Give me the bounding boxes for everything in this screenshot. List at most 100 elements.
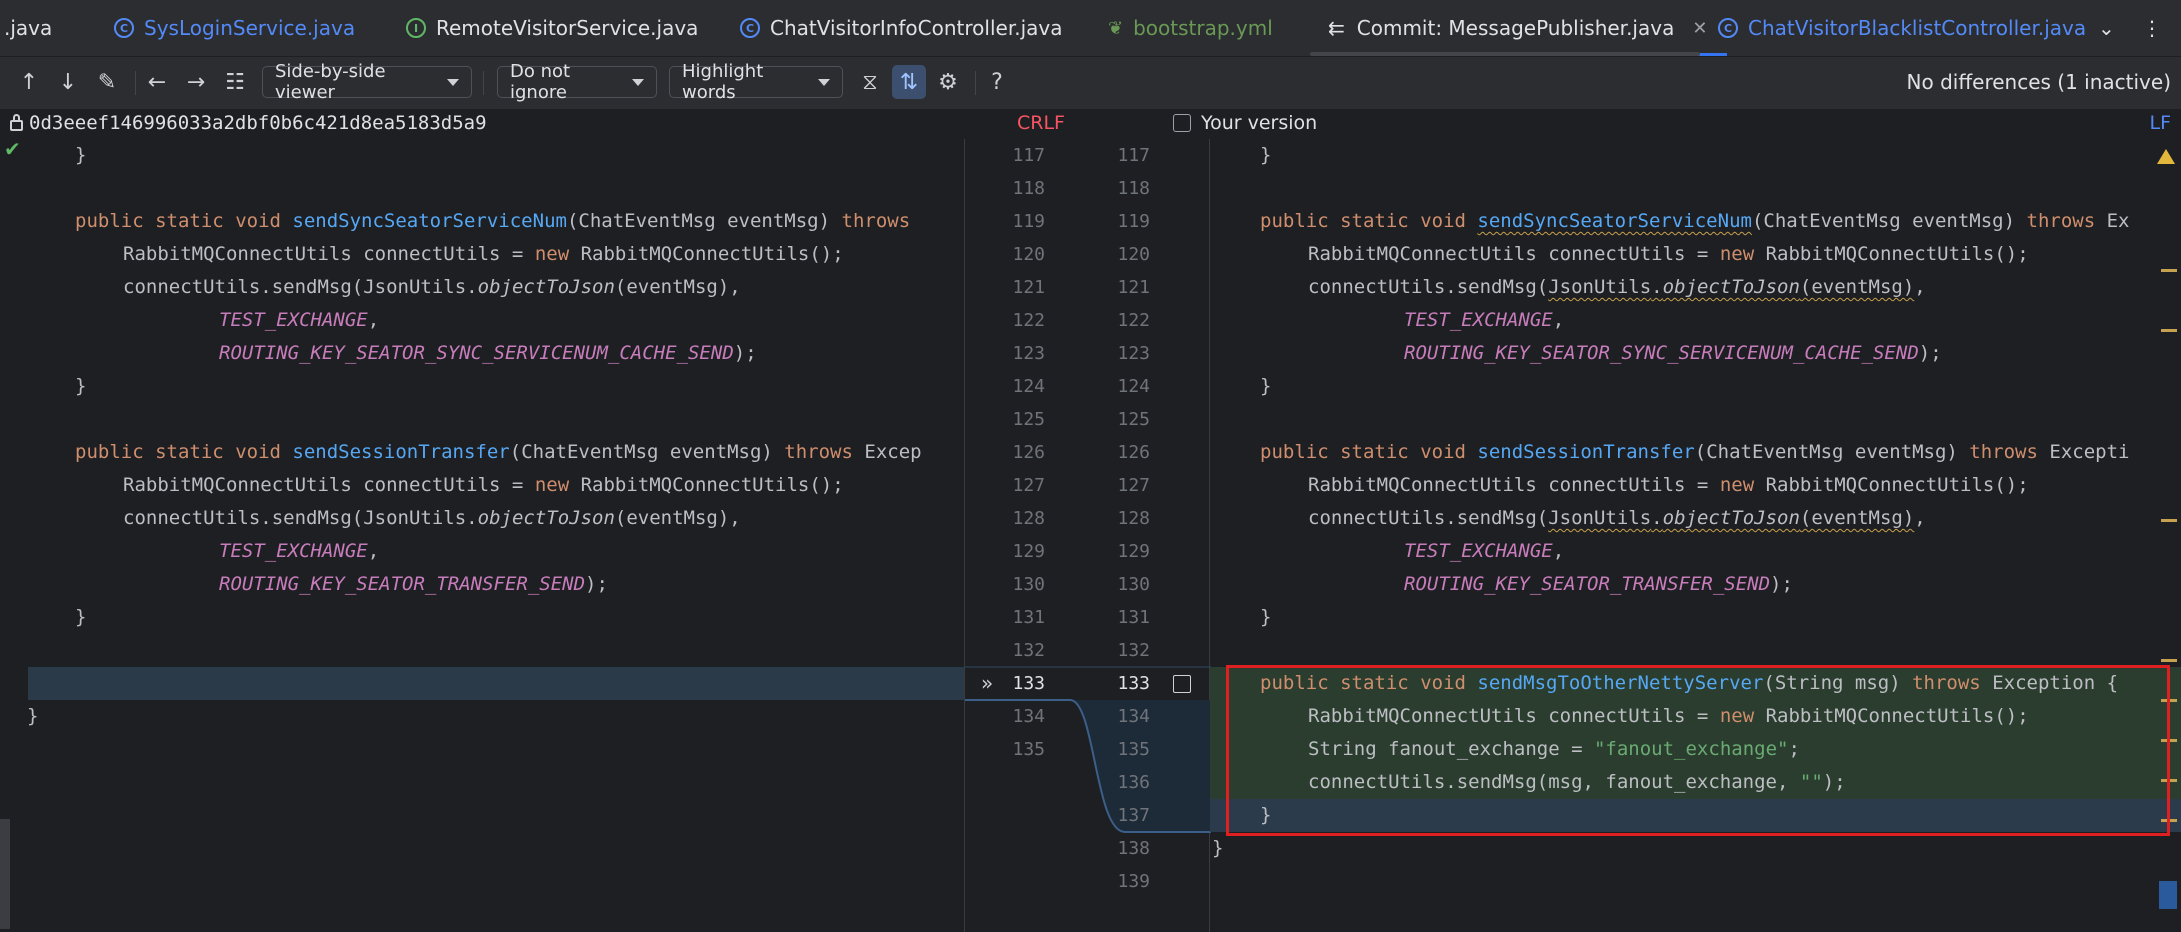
include-checkbox[interactable] xyxy=(1173,114,1191,132)
line-number: 133 xyxy=(1012,673,1045,694)
line-number: 130 xyxy=(1117,574,1150,595)
right-editor-pane[interactable]: } public static void sendSyncSeatorServi… xyxy=(1210,139,2181,932)
tab-label: SysLoginService.java xyxy=(144,16,356,40)
code-line: } xyxy=(27,705,39,727)
code-line: } xyxy=(1260,606,1272,628)
line-number: 120 xyxy=(1117,244,1150,265)
left-line-separator[interactable]: CRLF xyxy=(1017,112,1065,134)
apply-change-icon[interactable]: » xyxy=(981,667,993,700)
right-line-separator[interactable]: LF xyxy=(2149,112,2171,134)
line-number: 123 xyxy=(1117,343,1150,364)
ignore-whitespace-select[interactable]: Do not ignore xyxy=(497,61,657,103)
line-number: 128 xyxy=(1012,508,1045,529)
commit-diff-icon: ⇇ xyxy=(1328,16,1345,40)
code-line: connectUtils.sendMsg(JsonUtils.objectToJ… xyxy=(1308,507,1926,529)
viewer-select[interactable]: Side-by-side viewer xyxy=(262,61,472,103)
line-number: 135 xyxy=(1012,739,1045,760)
code-line: TEST_EXCHANGE, xyxy=(219,309,380,331)
arrow-down-icon[interactable]: ↓ xyxy=(51,65,85,99)
tab-chatvisitorblacklistcontroller[interactable]: C ChatVisitorBlacklistController.java xyxy=(1718,0,2086,56)
code-line: RabbitMQConnectUtils connectUtils = new … xyxy=(1308,474,2029,496)
warning-marker[interactable] xyxy=(2161,269,2177,272)
gear-icon[interactable]: ⚙ xyxy=(931,65,965,99)
code-line: } xyxy=(1260,375,1272,397)
warning-marker[interactable] xyxy=(2161,699,2177,702)
line-number: 119 xyxy=(1117,211,1150,232)
warning-icon[interactable] xyxy=(2157,149,2175,164)
tab-label: bootstrap.yml xyxy=(1133,16,1273,40)
warning-marker[interactable] xyxy=(2161,329,2177,332)
code-line: } xyxy=(1212,837,1224,859)
right-title-label: Your version xyxy=(1201,112,1318,134)
commit-hash: 0d3eeef146996033a2dbf0b6c421d8ea5183d5a9 xyxy=(29,112,487,134)
line-number: 134 xyxy=(1117,706,1150,727)
arrow-left-icon[interactable]: ← xyxy=(140,65,174,99)
code-line: TEST_EXCHANGE, xyxy=(1404,540,1565,562)
line-number: 132 xyxy=(1012,640,1045,661)
error-stripe[interactable] xyxy=(2155,139,2181,932)
class-icon: C xyxy=(114,18,134,38)
more-options-icon[interactable]: ⋮ xyxy=(2142,0,2162,56)
tab-label: RemoteVisitorService.java xyxy=(436,16,699,40)
line-number: 124 xyxy=(1117,376,1150,397)
warning-marker[interactable] xyxy=(2161,779,2177,782)
warning-marker[interactable] xyxy=(2161,659,2177,662)
help-icon[interactable]: ? xyxy=(980,65,1014,99)
yaml-icon: ❦ xyxy=(1108,17,1124,39)
tab-sysloginservice[interactable]: C SysLoginService.java xyxy=(114,0,355,56)
line-number: 125 xyxy=(1117,409,1150,430)
line-number: 132 xyxy=(1117,640,1150,661)
line-number: 117 xyxy=(1012,145,1045,166)
code-line: TEST_EXCHANGE, xyxy=(1404,309,1565,331)
document-icon[interactable]: ☷ xyxy=(218,65,252,99)
tab-bootstrap-yml[interactable]: ❦ bootstrap.yml xyxy=(1108,0,1273,56)
left-revision-title: 0d3eeef146996033a2dbf0b6c421d8ea5183d5a9 xyxy=(10,112,487,134)
tab-label: ChatVisitorInfoController.java xyxy=(770,16,1063,40)
line-number: 120 xyxy=(1012,244,1045,265)
tab-scrollbar[interactable] xyxy=(1310,52,1700,56)
line-number: 134 xyxy=(1012,706,1045,727)
warning-marker[interactable] xyxy=(2161,739,2177,742)
line-number: 123 xyxy=(1012,343,1045,364)
warning-marker[interactable] xyxy=(2161,819,2177,822)
line-number: 126 xyxy=(1117,442,1150,463)
line-number: 127 xyxy=(1117,475,1150,496)
scrollbar-thumb[interactable] xyxy=(2159,881,2177,909)
code-line: RabbitMQConnectUtils connectUtils = new … xyxy=(123,474,844,496)
chevron-down-icon xyxy=(632,78,644,86)
toolbar-divider xyxy=(483,71,484,95)
code-line: ROUTING_KEY_SEATOR_TRANSFER_SEND); xyxy=(219,573,608,595)
arrow-up-icon[interactable]: ↑ xyxy=(12,65,46,99)
editor-tab-bar: .java C SysLoginService.java I RemoteVisit… xyxy=(0,0,2181,57)
tab-chatvisitorinfocontroller[interactable]: C ChatVisitorInfoController.java xyxy=(740,0,1062,56)
line-number: 128 xyxy=(1117,508,1150,529)
line-number: 139 xyxy=(1117,871,1150,892)
code-line: } xyxy=(1260,144,1272,166)
chevron-down-icon xyxy=(447,78,459,86)
code-line: connectUtils.sendMsg(JsonUtils.objectToJ… xyxy=(1308,276,1926,298)
left-editor-pane[interactable]: ✔ } public static void sendSyncSeatorSer… xyxy=(0,139,964,932)
toolbar-divider xyxy=(135,71,136,95)
include-change-checkbox[interactable] xyxy=(1173,675,1191,693)
tab-remotevisitorservice[interactable]: I RemoteVisitorService.java xyxy=(406,0,698,56)
collapse-unchanged-icon[interactable]: ⧖ xyxy=(853,65,887,99)
highlight-mode-select[interactable]: Highlight words xyxy=(669,61,843,103)
code-line: public static void sendSyncSeatorService… xyxy=(1260,210,2130,232)
code-line: public static void sendSessionTransfer(C… xyxy=(1260,441,2130,463)
sync-scroll-icon[interactable]: ⇅ xyxy=(892,65,926,99)
left-scrollbar[interactable] xyxy=(0,819,10,929)
edit-icon[interactable]: ✎ xyxy=(90,65,124,99)
chevron-down-icon[interactable]: ⌄ xyxy=(2098,0,2115,56)
line-number: 124 xyxy=(1012,376,1045,397)
arrow-right-icon[interactable]: → xyxy=(179,65,213,99)
tab-commit-messagepublisher[interactable]: ⇇ Commit: MessagePublisher.java ✕ xyxy=(1317,0,1728,56)
right-revision-title: Your version xyxy=(1173,112,1317,134)
line-number: 126 xyxy=(1012,442,1045,463)
diff-gutter: 117 118 119 120 121 122 123 124 125 126 127 128 129 1… xyxy=(964,139,1211,932)
tab-java-partial[interactable]: .java xyxy=(4,0,52,56)
warning-marker[interactable] xyxy=(2161,519,2177,522)
line-number: 130 xyxy=(1012,574,1045,595)
code-line: } xyxy=(75,606,87,628)
line-number: 136 xyxy=(1117,772,1150,793)
close-icon[interactable]: ✕ xyxy=(1692,18,1707,39)
